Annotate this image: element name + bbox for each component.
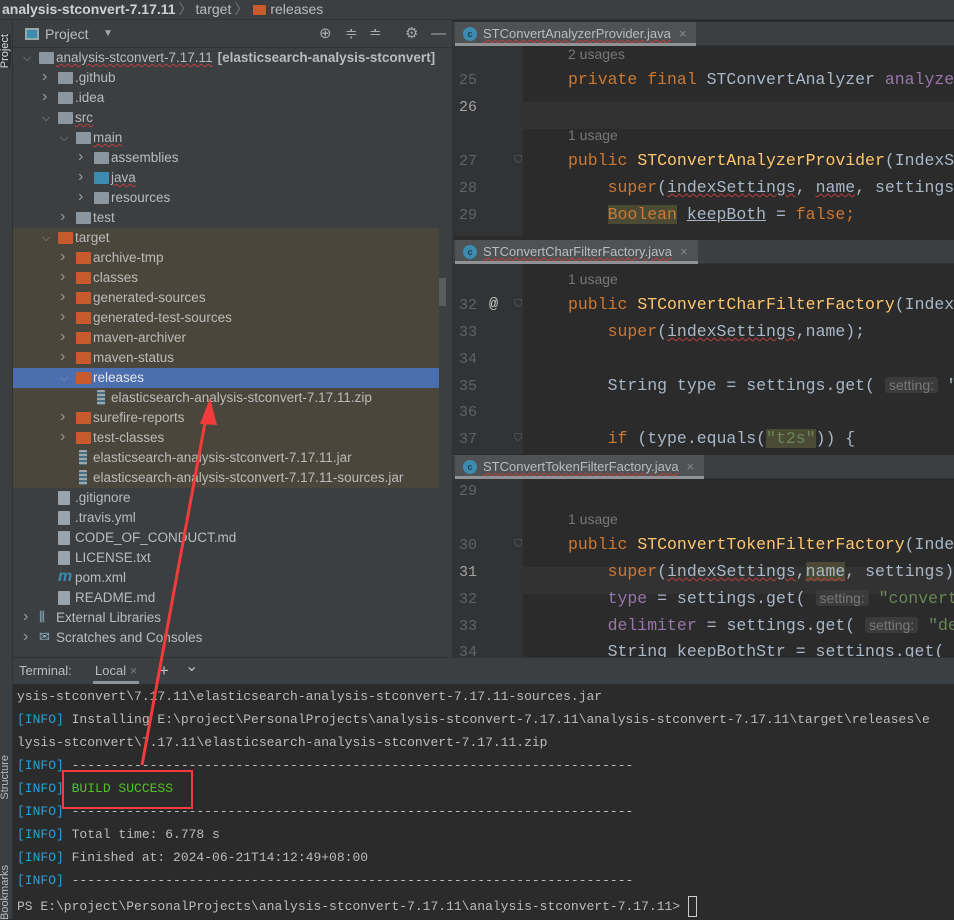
- arrow-shaft: [140, 411, 209, 766]
- arrow-head: [200, 398, 217, 425]
- annotation-arrow: [140, 398, 217, 766]
